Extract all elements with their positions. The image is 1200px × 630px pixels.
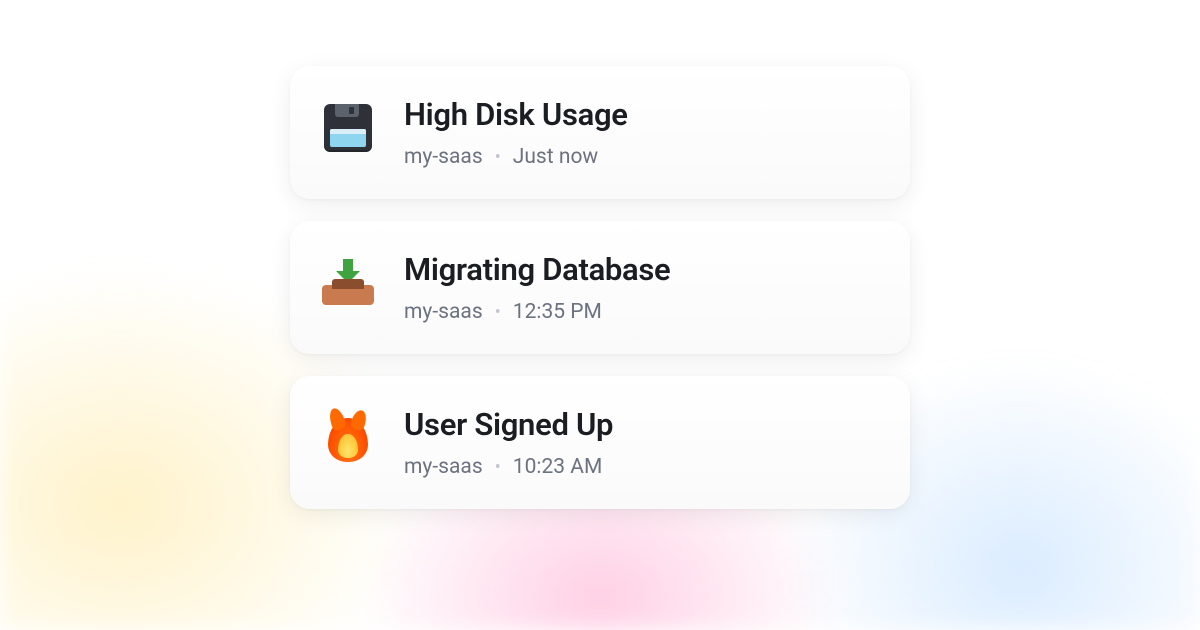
notification-body: User Signed Up my-saas • 10:23 AM bbox=[404, 406, 876, 479]
notification-meta: my-saas • 10:23 AM bbox=[404, 455, 876, 479]
notification-title: Migrating Database bbox=[404, 251, 876, 288]
notification-body: Migrating Database my-saas • 12:35 PM bbox=[404, 251, 876, 324]
notification-title: User Signed Up bbox=[404, 406, 876, 443]
meta-separator: • bbox=[495, 457, 501, 478]
notification-meta: my-saas • 12:35 PM bbox=[404, 300, 876, 324]
notification-body: High Disk Usage my-saas • Just now bbox=[404, 96, 876, 169]
notification-project: my-saas bbox=[404, 455, 483, 479]
notification-time: Just now bbox=[513, 145, 598, 169]
notification-meta: my-saas • Just now bbox=[404, 145, 876, 169]
notification-list: High Disk Usage my-saas • Just now Migra… bbox=[290, 66, 910, 509]
notification-card[interactable]: User Signed Up my-saas • 10:23 AM bbox=[290, 376, 910, 509]
meta-separator: • bbox=[495, 302, 501, 323]
notification-time: 12:35 PM bbox=[513, 300, 602, 324]
floppy-disk-icon bbox=[320, 100, 376, 156]
meta-separator: • bbox=[495, 147, 501, 168]
notification-project: my-saas bbox=[404, 300, 483, 324]
notification-project: my-saas bbox=[404, 145, 483, 169]
notification-card[interactable]: High Disk Usage my-saas • Just now bbox=[290, 66, 910, 199]
notification-title: High Disk Usage bbox=[404, 96, 876, 133]
fire-icon bbox=[320, 410, 376, 466]
inbox-download-icon bbox=[320, 255, 376, 311]
notification-card[interactable]: Migrating Database my-saas • 12:35 PM bbox=[290, 221, 910, 354]
notification-time: 10:23 AM bbox=[513, 455, 603, 479]
